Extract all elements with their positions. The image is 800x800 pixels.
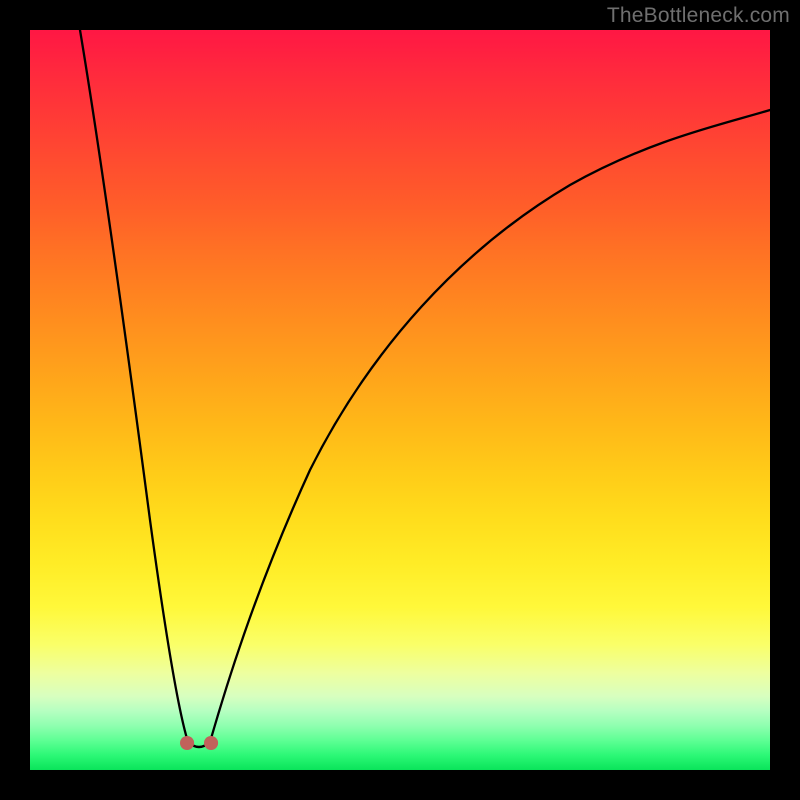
chart-frame: TheBottleneck.com — [0, 0, 800, 800]
watermark-text: TheBottleneck.com — [607, 4, 790, 28]
curve-layer — [30, 30, 770, 770]
curve-left-branch — [80, 30, 188, 742]
curve-right-branch — [210, 110, 770, 742]
plot-area — [30, 30, 770, 770]
